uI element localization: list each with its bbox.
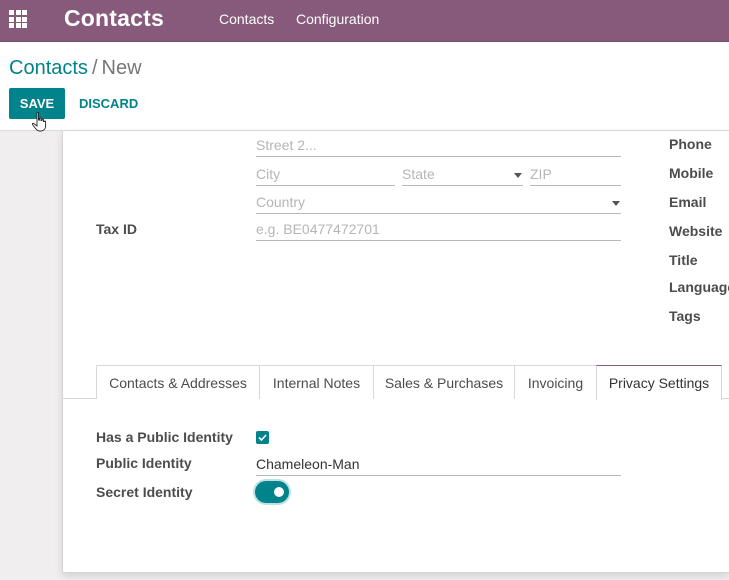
state-select[interactable]: State — [402, 162, 523, 186]
zip-placeholder: ZIP — [530, 166, 552, 182]
hand-cursor-icon — [31, 112, 47, 132]
tab-internal-notes[interactable]: Internal Notes — [259, 365, 374, 399]
phone-label: Phone — [669, 136, 712, 152]
title-label: Title — [669, 252, 698, 268]
tab-contacts-addresses[interactable]: Contacts & Addresses — [96, 365, 260, 399]
breadcrumb-separator: / — [91, 57, 98, 79]
public-identity-label: Public Identity — [96, 455, 192, 471]
toggle-knob — [274, 487, 284, 497]
chevron-down-icon — [612, 201, 620, 206]
chevron-down-icon — [514, 173, 522, 178]
public-identity-input[interactable]: Chameleon-Man — [256, 452, 621, 476]
secret-identity-label: Secret Identity — [96, 484, 193, 500]
country-placeholder: Country — [256, 194, 306, 210]
menu-contacts[interactable]: Contacts — [219, 11, 274, 27]
notebook-tabs: Contacts & Addresses Internal Notes Sale… — [62, 365, 729, 400]
secret-identity-toggle[interactable] — [255, 481, 289, 503]
discard-button[interactable]: DISCARD — [79, 96, 138, 111]
tab-privacy-settings[interactable]: Privacy Settings — [596, 365, 722, 400]
mobile-label: Mobile — [669, 165, 714, 181]
state-placeholder: State — [402, 166, 435, 182]
apps-grid-icon[interactable] — [9, 10, 29, 28]
menu-configuration[interactable]: Configuration — [296, 11, 379, 27]
app-title: Contacts — [64, 5, 165, 31]
tax-id-input[interactable]: e.g. BE0477472701 — [256, 217, 621, 241]
country-select[interactable]: Country — [256, 190, 621, 214]
tab-sales-purchases[interactable]: Sales & Purchases — [373, 365, 515, 399]
top-navbar: Contacts Contacts Configuration — [0, 0, 729, 42]
street2-placeholder: Street 2... — [256, 137, 317, 153]
city-input[interactable]: City — [256, 162, 395, 186]
breadcrumb-contacts-link[interactable]: Contacts — [9, 57, 88, 79]
public-identity-value: Chameleon-Man — [256, 456, 360, 472]
city-placeholder: City — [256, 166, 281, 182]
zip-input[interactable]: ZIP — [530, 162, 621, 186]
language-label: Language — [669, 279, 729, 295]
breadcrumb: Contacts / New — [9, 57, 142, 80]
website-label: Website — [669, 223, 723, 239]
tab-invoicing[interactable]: Invoicing — [514, 365, 597, 399]
breadcrumb-current: New — [101, 57, 142, 79]
street2-input[interactable]: Street 2... — [256, 133, 621, 157]
tax-id-label: Tax ID — [96, 221, 137, 237]
tags-label: Tags — [669, 308, 701, 324]
tax-id-placeholder: e.g. BE0477472701 — [256, 221, 380, 237]
has-public-identity-label: Has a Public Identity — [96, 429, 233, 445]
email-label: Email — [669, 194, 707, 210]
has-public-identity-checkbox[interactable] — [256, 431, 269, 444]
checkmark-icon — [258, 434, 267, 442]
